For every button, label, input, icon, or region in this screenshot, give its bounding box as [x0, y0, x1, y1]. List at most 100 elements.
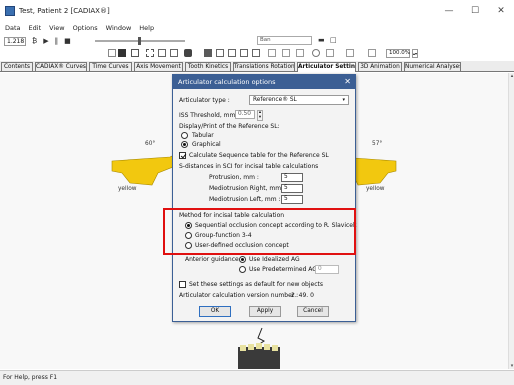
left-angle-label: 60°: [145, 141, 156, 147]
idealized-ag-label: Use Idealized AG: [249, 256, 300, 263]
display-print-label: Display/Print of the Reference SL:: [179, 123, 280, 130]
medio-right-input[interactable]: 5: [281, 184, 303, 193]
paste-icon[interactable]: [170, 49, 178, 57]
left-condyle-shape: [111, 152, 179, 186]
tab-time-curves[interactable]: Time Curves: [89, 62, 132, 72]
time-value-field[interactable]: 1.218: [4, 36, 26, 46]
camera-icon[interactable]: [326, 49, 334, 57]
tab-cadiax-curves[interactable]: CADIAX® Curves: [35, 62, 87, 72]
maximize-button[interactable]: ☐: [462, 0, 488, 22]
zoom-spinner[interactable]: ▴▾: [412, 49, 418, 58]
printer-icon[interactable]: [184, 49, 192, 57]
medio-left-input[interactable]: 5: [281, 195, 303, 204]
menu-window[interactable]: Window: [106, 24, 132, 32]
graphical-radio[interactable]: [181, 141, 188, 148]
save-icon[interactable]: [118, 49, 126, 57]
ok-button[interactable]: OK: [199, 306, 231, 317]
time-slider-thumb[interactable]: [138, 37, 141, 45]
scroll-down-icon[interactable]: ▾: [509, 363, 514, 369]
sci-label: S-distances in SCI for incisal table cal…: [179, 163, 319, 170]
dialog-close-icon[interactable]: ✕: [344, 75, 351, 89]
window-controls: — ☐ ✕: [436, 0, 514, 22]
vertical-scrollbar[interactable]: ▴ ▾: [508, 73, 514, 369]
minimize-button[interactable]: —: [436, 0, 462, 22]
axis-icon[interactable]: [282, 49, 290, 57]
settings-icon[interactable]: [312, 49, 320, 57]
view-tabs: Contents CADIAX® Curves Time Curves Axis…: [0, 61, 514, 72]
tab-translations-rotations[interactable]: Translations Rotations: [233, 62, 295, 72]
status-bar: For Help, press F1: [0, 370, 514, 385]
articulator-type-value: Reference® SL: [253, 97, 297, 103]
menu-edit[interactable]: Edit: [29, 24, 42, 32]
protrusion-input[interactable]: 5: [281, 173, 303, 182]
table-icon[interactable]: [216, 49, 224, 57]
right-color-label: yellow: [366, 186, 385, 192]
default-settings-label: Set these settings as default for new ob…: [189, 281, 323, 288]
predetermined-ag-radio[interactable]: [239, 266, 246, 273]
method-highlight-box: [163, 208, 356, 255]
dropdown-icon[interactable]: [108, 49, 116, 57]
tab-axis-movement[interactable]: Axis Movement: [134, 62, 183, 72]
close-button[interactable]: ✕: [488, 0, 514, 22]
right-angle-label: 57°: [372, 141, 383, 147]
ruler-icon[interactable]: [346, 49, 354, 57]
menu-help[interactable]: Help: [139, 24, 154, 32]
step-icon[interactable]: ₿: [32, 37, 37, 45]
idealized-ag-radio[interactable]: [239, 256, 246, 263]
tabular-label: Tabular: [192, 132, 214, 139]
apply-button[interactable]: Apply: [249, 306, 281, 317]
left-color-label: yellow: [118, 186, 137, 192]
tab-3d-animation[interactable]: 3D Animation: [358, 62, 402, 72]
graphical-label: Graphical: [192, 141, 221, 148]
menu-options[interactable]: Options: [73, 24, 98, 32]
zoom-icon[interactable]: [368, 49, 376, 57]
predetermined-ag-label: Use Predetermined AG :: [249, 266, 321, 273]
tooth-icon[interactable]: [252, 49, 260, 57]
playback-toolbar: 1.218 ₿ ▶ ‖ ■ Ban ▬ □: [0, 35, 514, 47]
dialog-title-bar: Articulator calculation options ✕: [173, 75, 355, 89]
grid-icon[interactable]: [204, 49, 212, 57]
copy-icon[interactable]: [158, 49, 166, 57]
curve-combo[interactable]: Ban: [257, 36, 312, 45]
menu-data[interactable]: Data: [5, 24, 21, 32]
tab-articulator-settings[interactable]: Articulator Settings: [297, 62, 356, 72]
protrusion-label: Protrusion, mm :: [209, 174, 259, 181]
play-icon[interactable]: ▶: [43, 37, 48, 45]
window-icon[interactable]: □: [330, 36, 337, 44]
collapse-icon[interactable]: ▬: [318, 36, 325, 44]
scroll-up-icon[interactable]: ▴: [509, 73, 514, 79]
scale-icon[interactable]: [296, 49, 304, 57]
default-settings-checkbox[interactable]: [179, 281, 186, 288]
pause-icon[interactable]: ‖: [55, 37, 59, 45]
medio-right-label: Mediotrusion Right, mm :: [209, 185, 286, 192]
articulator-options-dialog: Articulator calculation options ✕ Articu…: [172, 74, 356, 322]
articulator-type-label: Articulator type :: [179, 97, 230, 104]
tabular-radio[interactable]: [181, 132, 188, 139]
tab-contents[interactable]: Contents: [1, 62, 33, 72]
calc-sequence-label: Calculate Sequence table for the Referen…: [189, 152, 329, 159]
incisal-pin-line: [257, 327, 265, 346]
cancel-button[interactable]: Cancel: [297, 306, 329, 317]
menu-bar: Data Edit View Options Window Help: [0, 22, 514, 34]
dialog-title: Articulator calculation options: [178, 78, 276, 86]
title-bar: Test, Patient 2 [CADIAX®] — ☐ ✕: [0, 0, 514, 22]
iss-threshold-input[interactable]: 0.50: [235, 110, 255, 119]
print-icon[interactable]: [131, 49, 139, 57]
stop-icon[interactable]: ■: [64, 37, 71, 45]
version-label: Articulator calculation version number :: [179, 292, 299, 299]
cut-icon[interactable]: [146, 49, 154, 57]
zoom-field[interactable]: 100.0%: [386, 49, 410, 58]
main-toolbar: 100.0% ▴▾: [0, 48, 514, 60]
chart-icon[interactable]: [228, 49, 236, 57]
menu-view[interactable]: View: [49, 24, 64, 32]
predetermined-ag-input[interactable]: 0: [315, 265, 339, 274]
version-value: 2. 49. 0: [291, 292, 314, 299]
iss-spinner[interactable]: ▴ ▾: [257, 110, 263, 121]
tab-numerical-analyses[interactable]: Numerical Analyses: [404, 62, 461, 72]
tab-tooth-kinetics[interactable]: Tooth Kinetics: [185, 62, 231, 72]
filter-icon[interactable]: [240, 49, 248, 57]
curve-icon[interactable]: [268, 49, 276, 57]
calc-sequence-checkbox[interactable]: [179, 152, 186, 159]
articulator-type-select[interactable]: Reference® SL ▾: [249, 95, 349, 105]
anterior-guidance-label: Anterior guidance: [185, 256, 239, 263]
